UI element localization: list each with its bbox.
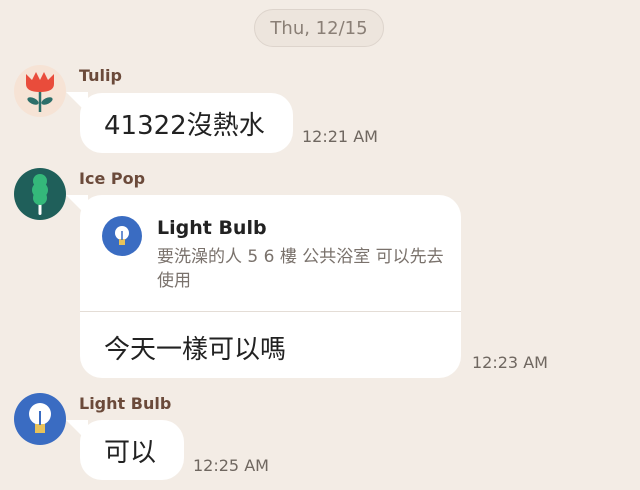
light-bulb-icon — [102, 216, 142, 256]
sender-name: Light Bulb — [79, 394, 172, 413]
message-bubble[interactable]: 可以 — [80, 420, 184, 480]
quoted-message[interactable]: Light Bulb 要洗澡的人 5 6 樓 公共浴室 可以先去使用 — [80, 195, 461, 312]
chat-view: Thu, 12/15 Tulip 41322沒熱水 12:21 AM Ice P… — [0, 0, 640, 490]
message-text: 今天一樣可以嗎 — [104, 335, 287, 365]
reply-message-bubble[interactable]: Light Bulb 要洗澡的人 5 6 樓 公共浴室 可以先去使用 今天一樣可… — [80, 195, 461, 378]
message-time: 12:23 AM — [472, 353, 548, 372]
quoted-text: 要洗澡的人 5 6 樓 公共浴室 可以先去使用 — [157, 247, 444, 291]
message-bubble[interactable]: 41322沒熱水 — [80, 93, 293, 153]
light-bulb-icon — [29, 403, 51, 433]
message-time: 12:21 AM — [302, 127, 378, 146]
avatar-light-bulb[interactable] — [14, 393, 66, 445]
message-text: 可以 — [104, 437, 157, 468]
ice-pop-icon — [32, 174, 48, 215]
message-time: 12:25 AM — [193, 456, 269, 475]
date-divider: Thu, 12/15 — [254, 9, 384, 47]
sender-name: Ice Pop — [79, 169, 146, 188]
quoted-sender: Light Bulb — [157, 217, 267, 239]
avatar-ice-pop[interactable] — [14, 168, 66, 220]
tulip-icon — [26, 72, 54, 112]
message-text: 41322沒熱水 — [104, 110, 265, 141]
sender-name: Tulip — [79, 66, 122, 85]
avatar-tulip[interactable] — [14, 65, 66, 117]
